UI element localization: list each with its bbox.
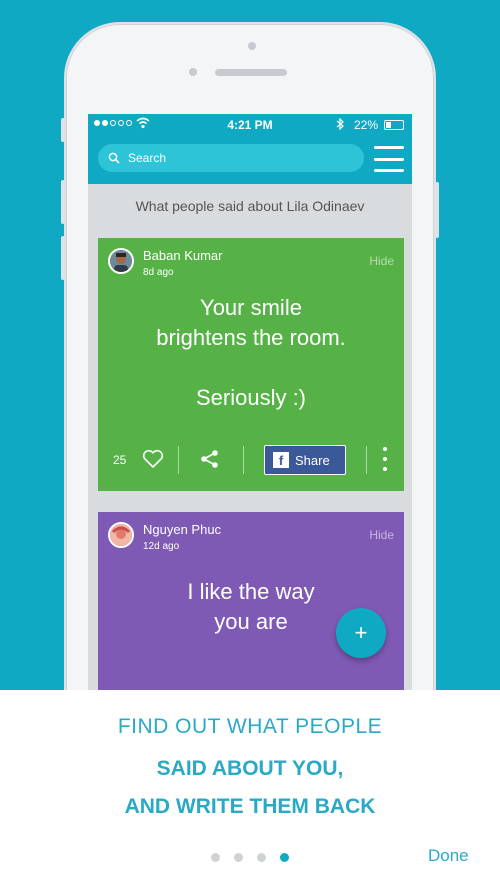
power-button bbox=[435, 182, 439, 238]
more-icon[interactable] bbox=[382, 447, 388, 471]
battery-percentage: 22% bbox=[354, 118, 379, 132]
menu-icon[interactable] bbox=[374, 146, 404, 172]
page-indicator bbox=[211, 853, 289, 862]
facebook-share-button[interactable]: f Share bbox=[264, 445, 346, 475]
onboarding-headline-bold: SAID ABOUT YOU, bbox=[156, 757, 344, 780]
search-placeholder: Search bbox=[128, 151, 167, 165]
hide-button[interactable]: Hide bbox=[369, 528, 394, 542]
done-button[interactable]: Done bbox=[428, 846, 469, 866]
page-dot[interactable] bbox=[234, 853, 243, 862]
onboarding-headline-bold: AND WRITE THEM BACK bbox=[124, 795, 376, 818]
avatar[interactable] bbox=[108, 522, 134, 548]
compliment-card: Baban Kumar 8d ago Hide Your smile brigh… bbox=[98, 238, 404, 491]
section-title: What people said about Lila Odinaev bbox=[135, 198, 365, 214]
front-camera bbox=[248, 42, 256, 50]
like-count: 25 bbox=[113, 453, 127, 467]
hide-button[interactable]: Hide bbox=[369, 254, 394, 268]
volume-up-button bbox=[61, 180, 65, 224]
app-screen: 4:21 PM 22% Search What people said abou… bbox=[88, 114, 412, 690]
earpiece-speaker bbox=[215, 69, 287, 76]
avatar[interactable] bbox=[108, 248, 134, 274]
facebook-icon: f bbox=[273, 452, 289, 468]
card-actions: 25 f Share bbox=[98, 443, 404, 475]
add-compliment-button[interactable]: + bbox=[336, 608, 386, 658]
author-name[interactable]: Nguyen Phuc bbox=[143, 522, 221, 537]
search-bar[interactable]: Search bbox=[98, 144, 364, 172]
bluetooth-icon bbox=[336, 117, 344, 133]
page-dot-active[interactable] bbox=[280, 853, 289, 862]
mute-switch bbox=[61, 118, 65, 142]
compliment-card: Nguyen Phuc 12d ago Hide I like the way … bbox=[98, 512, 404, 690]
volume-down-button bbox=[61, 236, 65, 280]
onboarding-panel: FIND OUT WHAT PEOPLE SAID ABOUT YOU, AND… bbox=[0, 690, 500, 889]
page-dot[interactable] bbox=[257, 853, 266, 862]
heart-icon[interactable] bbox=[142, 449, 164, 469]
post-time: 8d ago bbox=[143, 267, 174, 278]
post-time: 12d ago bbox=[143, 541, 180, 552]
compliment-message: Your smile brightens the room. Seriously… bbox=[156, 295, 346, 410]
share-label: Share bbox=[295, 452, 330, 468]
status-bar: 4:21 PM 22% bbox=[88, 114, 412, 136]
divider bbox=[243, 446, 244, 474]
battery-icon bbox=[384, 120, 404, 130]
divider bbox=[178, 446, 179, 474]
divider bbox=[366, 446, 367, 474]
page-dot[interactable] bbox=[211, 853, 220, 862]
share-icon[interactable] bbox=[200, 449, 220, 469]
app-header: Search bbox=[88, 136, 412, 184]
search-icon bbox=[108, 152, 120, 164]
onboarding-headline: FIND OUT WHAT PEOPLE bbox=[117, 715, 383, 738]
proximity-sensor bbox=[189, 68, 197, 76]
author-name[interactable]: Baban Kumar bbox=[143, 248, 223, 263]
